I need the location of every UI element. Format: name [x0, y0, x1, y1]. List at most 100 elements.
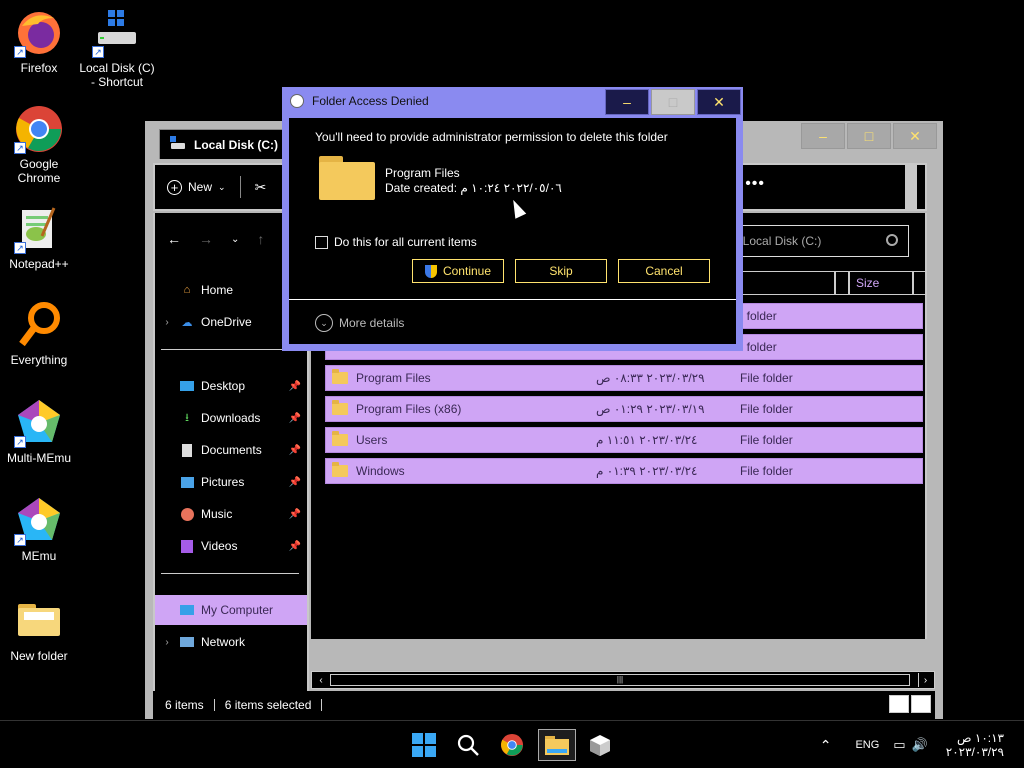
sidebar-item-label: Music: [201, 507, 233, 521]
table-row[interactable]: Windows ٢٠٢٣/٠٣/٢٤ ٠١:٣٩ م File folder: [325, 458, 923, 484]
back-icon[interactable]: ←: [167, 231, 181, 247]
chevron-right-icon[interactable]: ›: [155, 637, 179, 648]
maximize-button[interactable]: □: [651, 89, 695, 115]
clock[interactable]: ١٠:١٣ ص ٢٠٢٣/٠٣/٢٩: [946, 731, 1004, 759]
display-icon[interactable]: ▭: [893, 737, 905, 753]
desktop-icon-label: New folder: [10, 649, 68, 663]
desktop-icon-new-folder[interactable]: New folder: [0, 596, 78, 663]
table-row[interactable]: Program Files (x86) ٢٠٢٣/٠٣/١٩ ٠١:٢٩ ص F…: [325, 396, 923, 422]
folder-icon: [545, 736, 569, 755]
pin-icon[interactable]: 📌: [289, 381, 301, 392]
skip-button[interactable]: Skip: [515, 259, 607, 283]
desktop-icon-label: Notepad++: [9, 257, 69, 271]
pictures-icon: [179, 475, 195, 489]
pin-icon[interactable]: 📌: [289, 477, 301, 488]
scroll-thumb[interactable]: |||: [330, 674, 910, 686]
forward-icon[interactable]: →: [199, 231, 213, 247]
selected-count: 6 items selected: [224, 698, 312, 712]
taskbar-chrome[interactable]: [496, 729, 528, 761]
desktop-icon-label: Everything: [10, 353, 68, 367]
desktop-icon-chrome[interactable]: ↗ Google Chrome: [0, 104, 78, 185]
new-button[interactable]: + New ⌄: [167, 179, 226, 195]
details-view-icon[interactable]: [889, 695, 909, 713]
chevron-down-icon: ⌄: [218, 181, 226, 192]
taskbar-file-explorer[interactable]: [538, 729, 576, 761]
sidebar-item-my-computer[interactable]: My Computer: [155, 595, 307, 625]
sidebar-item-downloads[interactable]: ⭳ Downloads 📌: [155, 403, 307, 433]
chrome-icon: [500, 733, 524, 757]
sidebar-item-videos[interactable]: Videos 📌: [155, 531, 307, 561]
sidebar-item-label: Pictures: [201, 475, 245, 489]
sidebar-item-music[interactable]: Music 📌: [155, 499, 307, 529]
start-button[interactable]: [408, 729, 440, 761]
taskbar-package-app[interactable]: [584, 729, 616, 761]
checkbox-box[interactable]: [315, 235, 328, 249]
chevron-right-icon[interactable]: ›: [155, 317, 179, 328]
close-button[interactable]: ✕: [697, 89, 741, 115]
folder-icon: [332, 369, 348, 384]
desktop-icon-local-disk-shortcut[interactable]: ↗ Local Disk (C) - Shortcut: [78, 8, 156, 89]
folder-icon: [14, 596, 64, 646]
notepad-icon: ↗: [14, 204, 64, 254]
desktop-icon-memu[interactable]: ↗ MEmu: [0, 496, 78, 563]
close-button[interactable]: ✕: [893, 123, 937, 149]
dialog-title: Folder Access Denied: [312, 94, 429, 108]
column-header-size[interactable]: Size: [849, 271, 913, 295]
language-indicator[interactable]: ENG: [855, 739, 879, 751]
desktop-icon-notepadpp[interactable]: ↗ Notepad++: [0, 204, 78, 271]
search-icon: [14, 300, 64, 350]
up-icon[interactable]: ↑: [257, 231, 264, 247]
desktop-icon-label: Firefox: [20, 61, 58, 75]
pin-icon[interactable]: 📌: [289, 445, 301, 456]
minimize-button[interactable]: ‒: [801, 123, 845, 149]
more-options-icon[interactable]: •••: [745, 175, 765, 193]
windows-icon: [412, 733, 436, 757]
volume-icon[interactable]: 🔊: [912, 737, 928, 753]
recent-chevron-icon[interactable]: ⌄: [231, 234, 239, 245]
more-details-toggle[interactable]: ⌄ More details: [315, 314, 404, 332]
sidebar-item-network[interactable]: › Network: [155, 627, 307, 657]
apply-all-checkbox[interactable]: Do this for all current items: [315, 235, 477, 249]
desktop-icon-firefox[interactable]: ↗ Firefox: [0, 8, 78, 75]
network-icon: [179, 635, 195, 649]
desktop-icon-everything[interactable]: Everything: [0, 300, 78, 367]
horizontal-scrollbar[interactable]: ‹ ||| ›: [311, 671, 935, 689]
sidebar-item-documents[interactable]: Documents 📌: [155, 435, 307, 465]
column-header-end[interactable]: [913, 271, 927, 295]
minimize-button[interactable]: ‒: [605, 89, 649, 115]
maximize-button[interactable]: □: [847, 123, 891, 149]
status-bar: 6 items 6 items selected: [153, 691, 935, 719]
memu-icon: ↗: [14, 496, 64, 546]
file-date: Date created: ٢٠٢٢/٠٥/٠٦ ١٠:٢٤ م: [385, 181, 562, 195]
tiles-view-icon[interactable]: [911, 695, 931, 713]
sidebar-item-desktop[interactable]: Desktop 📌: [155, 371, 307, 401]
pin-icon[interactable]: 📌: [289, 413, 301, 424]
home-icon: ⌂: [183, 284, 191, 296]
chevron-up-icon[interactable]: ⌃: [820, 737, 832, 754]
scroll-right-icon[interactable]: ›: [918, 673, 932, 687]
tab-local-disk[interactable]: Local Disk (C:): [159, 129, 287, 159]
new-label: New: [188, 180, 213, 194]
firefox-icon: ↗: [14, 8, 64, 58]
desktop-icon-multi-memu[interactable]: ↗ Multi-MEmu: [0, 398, 78, 465]
tab-title: Local Disk (C:): [194, 137, 279, 152]
cut-icon[interactable]: ✂: [255, 179, 267, 196]
document-icon: [179, 443, 195, 457]
scroll-left-icon[interactable]: ‹: [314, 673, 328, 687]
search-icon: [886, 234, 898, 246]
desktop-icon-label: Multi-MEmu: [6, 451, 71, 465]
music-icon: [179, 507, 195, 521]
download-icon: ⭳: [185, 411, 189, 424]
continue-button[interactable]: Continue: [412, 259, 504, 283]
search-icon: [457, 734, 479, 756]
table-row[interactable]: Program Files ٢٠٢٣/٠٣/٢٩ ٠٨:٣٣ ص File fo…: [325, 365, 923, 391]
table-row[interactable]: Users ٢٠٢٣/٠٣/٢٤ ١١:٥١ م File folder: [325, 427, 923, 453]
pin-icon[interactable]: 📌: [289, 509, 301, 520]
pin-icon[interactable]: 📌: [289, 541, 301, 552]
column-header-spacer[interactable]: [835, 271, 849, 295]
desktop-icon-label: MEmu: [21, 549, 57, 563]
search-button[interactable]: [452, 729, 484, 761]
sidebar-item-pictures[interactable]: Pictures 📌: [155, 467, 307, 497]
cloud-icon: ☁: [181, 316, 193, 329]
cancel-button[interactable]: Cancel: [618, 259, 710, 283]
